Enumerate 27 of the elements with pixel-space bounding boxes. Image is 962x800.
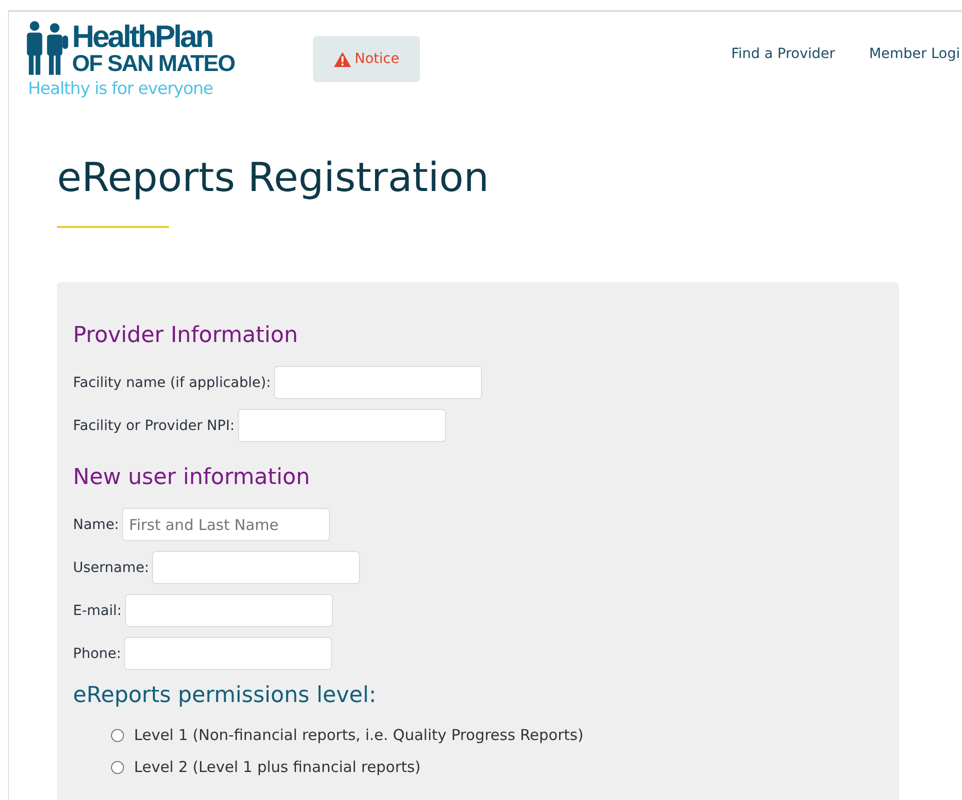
input-field[interactable] bbox=[124, 594, 333, 627]
logo-text: OF SAN MATEO bbox=[72, 51, 235, 76]
people-icon bbox=[25, 20, 71, 76]
radio-label: Level 2 (Level 1 plus financial reports) bbox=[134, 758, 421, 776]
radio-button[interactable] bbox=[111, 760, 124, 774]
input-field[interactable] bbox=[152, 551, 360, 584]
page-title: eReports Registration bbox=[57, 154, 490, 203]
field-label: Facility or Provider NPI: bbox=[73, 418, 235, 434]
nav-link[interactable]: Member Logi bbox=[869, 46, 960, 62]
section-heading: eReports permissions level: bbox=[73, 682, 378, 710]
field-label: Username: bbox=[73, 560, 150, 576]
radio-button[interactable] bbox=[111, 728, 124, 742]
logo-text: HealthPlan bbox=[72, 22, 214, 51]
warning-icon bbox=[334, 52, 351, 66]
input-field[interactable]: First and Last Name bbox=[122, 508, 330, 541]
field-label: E-mail: bbox=[73, 602, 122, 618]
input-field[interactable] bbox=[238, 409, 446, 442]
input-field[interactable] bbox=[124, 637, 332, 670]
field-label: Phone: bbox=[73, 646, 122, 662]
nav-link[interactable]: Find a Provider bbox=[731, 46, 836, 62]
field-label: Facility name (if applicable): bbox=[73, 374, 271, 390]
field-label: Name: bbox=[73, 516, 120, 532]
section-heading: New user information bbox=[73, 464, 311, 492]
logo-tagline: Healthy is for everyone bbox=[28, 79, 214, 99]
radio-label: Level 1 (Non-financial reports, i.e. Quality Progress Reports) bbox=[134, 726, 584, 744]
section-heading: Provider Information bbox=[73, 322, 299, 350]
input-field[interactable] bbox=[274, 366, 482, 399]
